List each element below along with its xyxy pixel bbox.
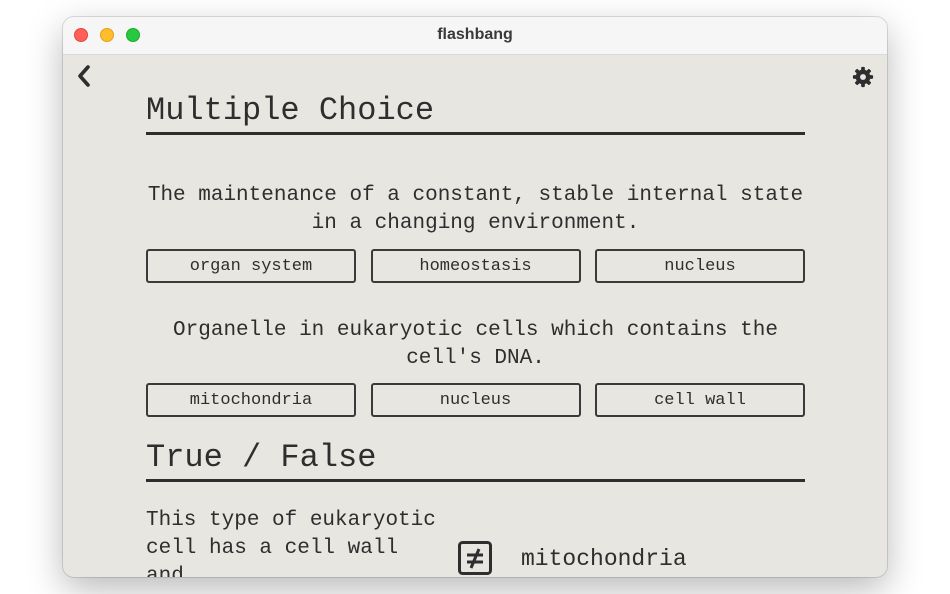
answer-choice-button[interactable]: cell wall <box>595 383 805 417</box>
answer-choices: organ system homeostasis nucleus <box>146 249 805 283</box>
chevron-left-icon <box>78 65 90 87</box>
true-false-prompt: This type of eukaryotic cell has a cell … <box>146 509 436 577</box>
true-false-answer: mitochondria <box>521 546 687 572</box>
gear-icon <box>852 66 874 88</box>
answer-choice-button[interactable]: nucleus <box>370 383 581 417</box>
answer-choices: mitochondria nucleus cell wall <box>146 383 805 417</box>
question-prompt: Organelle in eukaryotic cells which cont… <box>173 319 778 370</box>
settings-button[interactable] <box>852 66 874 88</box>
toggle-true-false-button[interactable] <box>458 541 492 575</box>
title-bar[interactable]: flashbang <box>63 17 887 55</box>
main-content[interactable]: Multiple Choice The maintenance of a con… <box>63 55 887 577</box>
question-prompt: The maintenance of a constant, stable in… <box>147 184 804 235</box>
not-equal-icon <box>458 541 492 575</box>
true-false-heading: True / False <box>146 439 805 482</box>
answer-choice-button[interactable]: nucleus <box>595 249 805 283</box>
window-title: flashbang <box>437 26 513 43</box>
app-window: flashbang Multiple Choice The maintenanc… <box>63 17 887 577</box>
answer-choice-button[interactable]: homeostasis <box>370 249 581 283</box>
answer-choice-button[interactable]: mitochondria <box>146 383 356 417</box>
multiple-choice-heading: Multiple Choice <box>146 92 805 135</box>
back-button[interactable] <box>73 63 95 89</box>
answer-choice-button[interactable]: organ system <box>146 249 356 283</box>
